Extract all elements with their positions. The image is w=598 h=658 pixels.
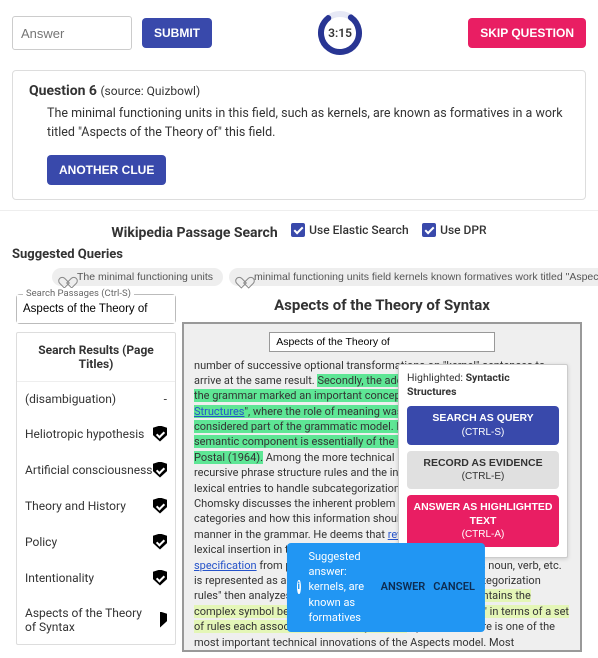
search-as-query-button[interactable]: SEARCH AS QUERY (CTRL-S) (407, 406, 559, 445)
top-bar: SUBMIT 3:15 SKIP QUESTION (0, 0, 598, 66)
use-elastic-checkbox[interactable]: Use Elastic Search (291, 223, 408, 237)
search-passages-field[interactable]: Search Passages (Ctrl-S) (16, 294, 176, 324)
suggested-query-chip[interactable]: The minimal functioning units (52, 268, 223, 286)
use-dpr-checkbox[interactable]: Use DPR (422, 223, 486, 237)
question-card: Question 6 (source: Quizbowl) The minima… (12, 70, 586, 200)
answer-input[interactable] (12, 16, 132, 50)
shield-icon (153, 534, 167, 550)
result-row[interactable]: Theory and History (17, 488, 175, 524)
suggested-queries-chips: The minimal functioning units minimal fu… (12, 268, 586, 286)
suggested-query-chip[interactable]: minimal functioning units field kernels … (229, 268, 598, 286)
shield-icon (153, 426, 167, 442)
checkbox-icon (422, 223, 436, 237)
result-row[interactable]: Aspects of the Theory of Syntax (17, 596, 175, 644)
search-title-row: Wikipedia Passage Search Use Elastic Sea… (12, 223, 586, 241)
suggested-answer-snackbar: i Suggested answer: kernels, are known a… (287, 543, 485, 632)
shield-icon (153, 498, 167, 514)
article-pane[interactable]: number of successive optional transforma… (182, 322, 582, 652)
record-as-evidence-button[interactable]: RECORD AS EVIDENCE (CTRL-E) (407, 451, 559, 490)
heart-icon (62, 272, 73, 282)
info-icon: i (297, 580, 301, 594)
heart-icon (239, 272, 250, 282)
result-row[interactable]: Artificial consciousness (17, 452, 175, 488)
search-passages-label: Search Passages (Ctrl-S) (23, 288, 134, 299)
skip-question-button[interactable]: SKIP QUESTION (468, 18, 586, 48)
answer-as-highlighted-button[interactable]: ANSWER AS HIGHLIGHTED TEXT (CTRL-A) (407, 495, 559, 547)
submit-button[interactable]: SUBMIT (142, 18, 212, 48)
search-results-header: Search Results (Page Titles) (17, 333, 175, 382)
timer-wrap: 3:15 (222, 10, 458, 56)
shield-icon (153, 612, 167, 628)
shield-icon (153, 462, 167, 478)
timer: 3:15 (317, 10, 363, 56)
question-text: The minimal functioning units in this fi… (47, 105, 569, 143)
link-ucla[interactable]: UCLA (460, 651, 488, 652)
article-title: Aspects of the Theory of Syntax (182, 296, 582, 314)
search-passages-input[interactable] (17, 295, 175, 323)
another-clue-button[interactable]: ANOTHER CLUE (47, 155, 166, 185)
suggested-queries-label: Suggested Queries (12, 247, 586, 262)
highlight-popup: Highlighted: Syntactic Structures SEARCH… (398, 364, 568, 559)
checkbox-icon (291, 223, 305, 237)
snackbar-answer-button[interactable]: ANSWER (381, 579, 426, 594)
search-section: Wikipedia Passage Search Use Elastic Sea… (0, 210, 598, 658)
search-results-card: Search Results (Page Titles) (disambigua… (16, 332, 176, 645)
shield-icon (153, 570, 167, 586)
result-row[interactable]: (disambiguation)- (17, 382, 175, 416)
question-source: (source: Quizbowl) (100, 84, 200, 98)
result-row[interactable]: Intentionality (17, 560, 175, 596)
result-row[interactable]: Policy (17, 524, 175, 560)
snackbar-cancel-button[interactable]: CANCEL (433, 579, 475, 594)
question-title: Question 6 (source: Quizbowl) (29, 83, 569, 99)
search-title: Wikipedia Passage Search (111, 225, 277, 241)
popup-title: Highlighted: Syntactic Structures (407, 371, 559, 400)
snackbar-text: Suggested answer: kernels, are known as … (308, 549, 372, 626)
page-find-input[interactable] (269, 332, 495, 352)
result-row[interactable]: Heliotropic hypothesis (17, 416, 175, 452)
